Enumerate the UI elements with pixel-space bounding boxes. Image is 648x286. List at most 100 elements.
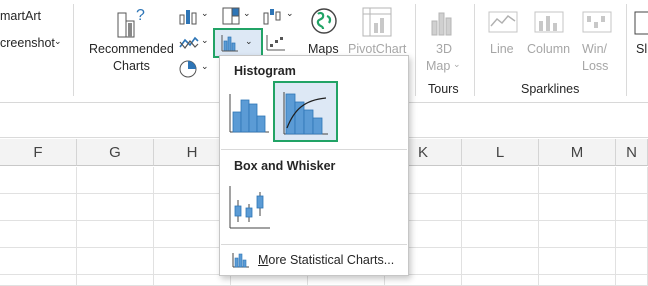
screenshot-button[interactable]: creenshot ⌄	[0, 33, 66, 53]
pivotchart-button[interactable]: PivotChart	[346, 4, 408, 60]
pie-chart-button[interactable]: ⌄	[177, 58, 211, 80]
chevron-down-icon: ⌄	[243, 8, 251, 18]
histogram-icon	[232, 253, 249, 268]
pareto-chart-option[interactable]	[273, 81, 338, 142]
grid-cell[interactable]	[308, 275, 385, 286]
sparkline-winloss-label-1: Win/	[582, 42, 607, 56]
grid-cell[interactable]	[616, 167, 648, 194]
chevron-down-icon: ⌄	[453, 59, 461, 69]
column-header[interactable]: L	[462, 139, 539, 166]
grid-cell[interactable]	[385, 275, 462, 286]
grid-cell[interactable]	[0, 221, 77, 248]
scatter-chart-button[interactable]	[264, 32, 298, 54]
column-chart-icon	[179, 10, 197, 25]
scatter-icon	[266, 35, 285, 51]
treemap-icon	[222, 7, 240, 25]
sparklines-group-label: Sparklines	[521, 82, 580, 96]
grid-cell[interactable]	[154, 275, 231, 286]
grid-cell[interactable]	[539, 194, 616, 221]
column-header[interactable]: M	[539, 139, 616, 166]
tours-group-label: Tours	[428, 82, 459, 96]
grid-cell[interactable]	[539, 167, 616, 194]
chevron-down-icon: ⌄	[201, 8, 209, 18]
ribbon-separator	[415, 4, 416, 96]
sparkline-column-label: Column	[527, 42, 571, 56]
pivotchart-icon	[362, 7, 392, 37]
waterfall-chart-button[interactable]: ⌄	[261, 5, 297, 27]
grid-cell[interactable]	[0, 194, 77, 221]
pareto-icon	[283, 92, 328, 135]
svg-text:?: ?	[136, 7, 145, 24]
column-header[interactable]: G	[77, 139, 154, 166]
maps-button[interactable]: Maps	[302, 4, 346, 60]
histogram-icon	[229, 94, 269, 133]
ribbon-separator	[73, 4, 74, 96]
sparkline-winloss-icon	[582, 11, 612, 33]
grid-cell[interactable]	[462, 248, 539, 275]
grid-cell[interactable]	[77, 275, 154, 286]
grid-cell[interactable]	[462, 221, 539, 248]
grid-cell[interactable]	[616, 221, 648, 248]
smartart-button[interactable]: martArt	[0, 6, 60, 26]
menu-separator	[221, 244, 407, 245]
3d-map-button[interactable]: 3D Map ⌄	[420, 4, 466, 76]
slicer-icon	[634, 11, 648, 35]
chevron-down-icon: ⌄	[201, 61, 209, 71]
grid-cell[interactable]	[462, 194, 539, 221]
box-whisker-icon	[229, 186, 270, 229]
grid-cell[interactable]	[539, 275, 616, 286]
sparkline-line-icon	[488, 11, 518, 33]
slicer-label: Sl	[636, 42, 648, 56]
line-area-chart-button[interactable]: ⌄	[177, 32, 211, 54]
grid-cell[interactable]	[77, 167, 154, 194]
grid-cell[interactable]	[77, 194, 154, 221]
grid-cell[interactable]	[77, 248, 154, 275]
grid-cell[interactable]	[616, 248, 648, 275]
waterfall-icon	[263, 9, 281, 25]
column-header[interactable]: N	[616, 139, 648, 166]
3d-map-label-1: 3D	[436, 42, 452, 56]
screenshot-label: creenshot	[0, 36, 55, 50]
histogram-chart-option[interactable]	[224, 84, 272, 138]
globe-icon	[311, 8, 337, 34]
recommended-charts-label-2: Charts	[113, 59, 150, 73]
more-link-accelerator: M	[258, 253, 269, 267]
slicer-button[interactable]: Sl	[634, 4, 648, 60]
grid-cell[interactable]	[77, 221, 154, 248]
more-link-rest: ore Statistical Charts...	[268, 253, 395, 267]
sparkline-winloss-label-2: Loss	[582, 59, 609, 73]
grid-cell[interactable]	[616, 275, 648, 286]
grid-cell[interactable]	[462, 167, 539, 194]
pivotchart-label: PivotChart	[348, 42, 407, 56]
grid-cell[interactable]	[462, 275, 539, 286]
3d-map-icon	[431, 12, 452, 36]
sparkline-winloss-button[interactable]: Win/ Loss	[576, 4, 618, 76]
chevron-down-icon: ⌄	[54, 36, 62, 46]
grid-cell[interactable]	[0, 167, 77, 194]
histogram-icon	[221, 35, 238, 52]
hierarchy-chart-button[interactable]: ⌄	[219, 5, 253, 27]
3d-map-label-2: Map	[426, 59, 451, 73]
more-statistical-charts-label: More Statistical Charts...	[258, 253, 394, 267]
column-bar-chart-button[interactable]: ⌄	[177, 5, 211, 27]
menu-separator	[221, 149, 407, 150]
sparkline-line-label: Line	[490, 42, 514, 56]
grid-cell[interactable]	[231, 275, 308, 286]
smartart-label: martArt	[0, 9, 41, 23]
grid-cell[interactable]	[539, 221, 616, 248]
recommended-charts-icon: ?	[117, 7, 145, 38]
chevron-down-icon: ⌄	[245, 36, 253, 46]
sparkline-column-button[interactable]: Column	[524, 4, 574, 60]
grid-cell[interactable]	[616, 194, 648, 221]
recommended-charts-button[interactable]: ? Recommended Charts	[84, 4, 176, 76]
grid-cell[interactable]	[539, 248, 616, 275]
sparkline-column-icon	[534, 11, 564, 33]
sparkline-line-button[interactable]: Line	[484, 4, 524, 60]
statistical-chart-button[interactable]: ⌄	[213, 28, 263, 58]
column-header[interactable]: F	[0, 139, 77, 166]
histogram-heading: Histogram	[234, 64, 296, 78]
recommended-charts-label-1: Recommended	[89, 42, 174, 56]
grid-cell[interactable]	[0, 248, 77, 275]
grid-cell[interactable]	[0, 275, 77, 286]
box-whisker-chart-option[interactable]	[224, 180, 274, 232]
